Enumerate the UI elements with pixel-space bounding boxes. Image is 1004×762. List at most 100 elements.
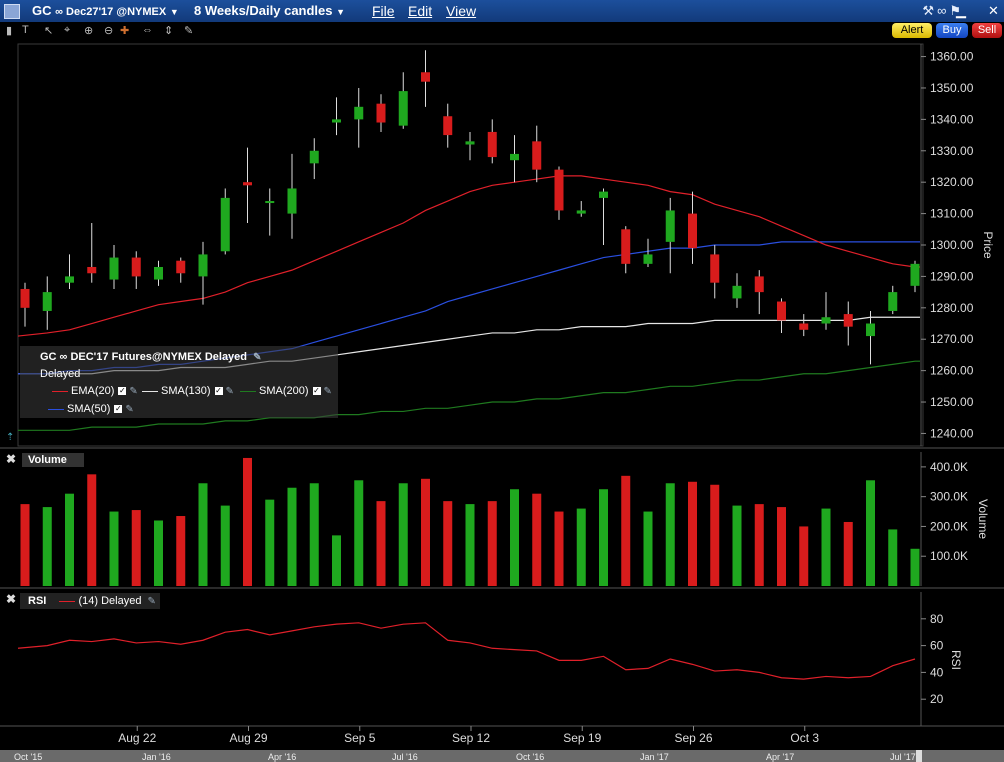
candle-body	[42, 292, 52, 311]
candle-body	[398, 91, 408, 126]
legend-title: GC ∞ DEC'17 Futures@NYMEX Delayed ✎	[40, 351, 261, 363]
line-swatch	[52, 390, 68, 392]
x-tick-label: Sep 12	[452, 731, 490, 745]
candle-body	[87, 266, 97, 274]
volume-bar	[65, 493, 74, 586]
legend-item-label: SMA(200)	[259, 385, 309, 397]
legend-box: GC ∞ DEC'17 Futures@NYMEX Delayed ✎ Dela…	[20, 346, 338, 418]
rsi-tick-label: 60	[930, 639, 944, 653]
legend-item-sma130[interactable]: SMA(130) ✓ ✎	[142, 385, 234, 397]
checkbox[interactable]: ✓	[312, 387, 321, 396]
rsi-title: RSI	[28, 595, 47, 607]
volume-bar	[154, 520, 163, 586]
candle-body	[510, 153, 519, 161]
pencil-icon[interactable]: ✎	[226, 386, 234, 397]
candle-body	[20, 288, 30, 308]
volume-bar	[398, 483, 408, 586]
pencil-icon[interactable]: ✎	[324, 386, 332, 397]
checkbox[interactable]: ✓	[118, 387, 127, 396]
volume-bar	[710, 484, 720, 586]
candle-body	[354, 106, 364, 120]
rsi-panel-label: RSI (14) Delayed ✎	[20, 593, 160, 609]
pencil-icon[interactable]: ✎	[125, 404, 133, 415]
x-axis-ticks: Aug 22 Aug 29 Sep 5 Sep 12 Sep 19 Sep 26 Oct 3	[118, 726, 819, 745]
volume-bar	[265, 499, 275, 586]
volume-bar	[332, 535, 341, 586]
rsi-axis-ticks: 80 60 40 20	[921, 612, 944, 706]
candle-body	[643, 254, 653, 264]
candle-body	[843, 314, 853, 327]
candle-body	[821, 317, 831, 324]
volume-bar	[732, 505, 742, 586]
volume-bar	[354, 480, 364, 586]
close-rsi-icon[interactable]: ✖	[6, 592, 16, 606]
line-swatch	[240, 390, 256, 392]
volume-bar	[287, 487, 297, 586]
navigator-handle[interactable]	[916, 750, 922, 762]
price-tick-label: 1280.00	[930, 301, 974, 315]
candle-body	[376, 103, 386, 123]
pencil-icon[interactable]: ✎	[148, 596, 156, 607]
legend-item-sma50[interactable]: SMA(50) ✓ ✎	[48, 403, 134, 415]
checkbox[interactable]: ✓	[214, 387, 223, 396]
price-tick-label: 1360.00	[930, 50, 974, 64]
volume-bar	[465, 504, 475, 586]
x-tick-label: Aug 29	[229, 731, 267, 745]
volume-bar	[109, 511, 119, 586]
x-tick-label: Oct 3	[790, 731, 819, 745]
candle-body	[754, 276, 764, 293]
price-tick-label: 1240.00	[930, 426, 974, 440]
checkbox[interactable]: ✓	[114, 405, 123, 414]
candle-body	[799, 323, 809, 330]
volume-bar	[87, 474, 97, 586]
candle-body	[532, 141, 542, 170]
volume-bar	[599, 489, 608, 586]
volume-bar	[554, 511, 564, 586]
candle-body	[621, 229, 631, 264]
legend-item-sma200[interactable]: SMA(200) ✓ ✎	[240, 385, 332, 397]
price-tick-label: 1340.00	[930, 112, 974, 126]
candle-body	[265, 201, 275, 204]
candle-body	[443, 116, 453, 136]
volume-axis-ticks: 400.0K 300.0K 200.0K 100.0K	[921, 460, 968, 563]
volume-tick-label: 100.0K	[930, 549, 968, 563]
volume-bar	[421, 478, 430, 586]
volume-bar	[176, 516, 186, 586]
volume-bar	[843, 521, 853, 586]
candle-body	[599, 191, 608, 198]
rsi-tick-label: 40	[930, 665, 944, 679]
x-tick-label: Sep 19	[563, 731, 601, 745]
volume-bar	[777, 507, 786, 586]
candle-body	[421, 72, 430, 82]
legend-title-text: GC ∞ DEC'17 Futures@NYMEX Delayed	[40, 351, 248, 363]
candle-body	[576, 210, 586, 214]
volume-bar	[576, 508, 586, 586]
price-tick-label: 1330.00	[930, 144, 974, 158]
navigator-label: Oct '16	[516, 752, 544, 762]
volume-bar	[621, 475, 631, 586]
candle-body	[465, 141, 475, 145]
candle-body	[665, 210, 675, 242]
candle-body	[688, 213, 697, 249]
scale-icon[interactable]: ⇡	[6, 432, 14, 443]
rsi-tick-label: 80	[930, 612, 944, 626]
volume-bar	[754, 504, 764, 586]
candle-body	[65, 276, 74, 283]
pencil-icon[interactable]: ✎	[129, 386, 137, 397]
price-tick-label: 1270.00	[930, 332, 974, 346]
navigator-label: Jan '17	[640, 752, 669, 762]
volume-bar	[799, 526, 809, 586]
price-tick-label: 1300.00	[930, 238, 974, 252]
volume-axis-label: Volume	[976, 499, 990, 539]
rsi-tick-label: 20	[930, 692, 944, 706]
close-volume-icon[interactable]: ✖	[6, 452, 16, 466]
legend-item-label: SMA(130)	[161, 385, 211, 397]
volume-bar	[376, 501, 386, 586]
legend-item-ema20[interactable]: EMA(20) ✓ ✎	[52, 385, 138, 397]
price-tick-label: 1310.00	[930, 207, 974, 221]
candle-body	[732, 285, 742, 299]
volume-bar	[198, 483, 208, 586]
pencil-icon[interactable]: ✎	[253, 352, 261, 363]
volume-panel-label: Volume	[22, 453, 84, 467]
legend-item-label: EMA(20)	[71, 385, 115, 397]
